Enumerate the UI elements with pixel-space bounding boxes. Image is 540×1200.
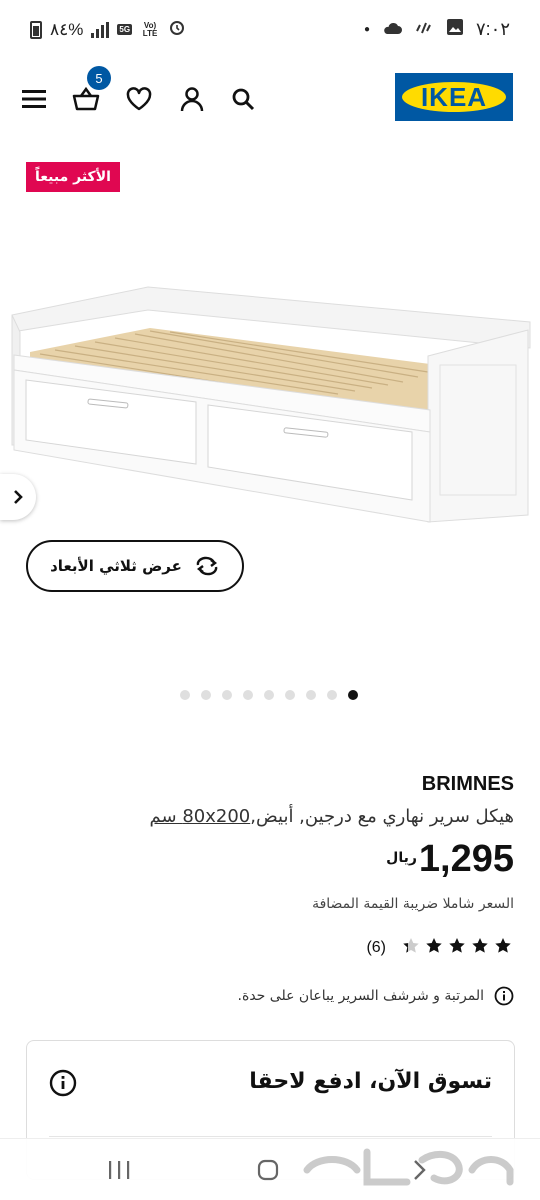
network-badge: 5G [117, 24, 133, 35]
search-icon[interactable] [226, 82, 260, 116]
recent-apps-icon[interactable] [104, 1157, 134, 1183]
carousel-dot[interactable] [180, 690, 190, 700]
cart-icon [72, 86, 100, 111]
carousel-dot[interactable] [327, 690, 337, 700]
divider [49, 1136, 492, 1137]
gallery-icon [446, 18, 464, 41]
carousel-dots [180, 690, 358, 700]
battery-icon [30, 20, 42, 39]
cart-count-badge: 5 [87, 66, 111, 90]
rating-stars [402, 936, 514, 960]
alarm-icon [168, 18, 186, 41]
app-header: 5 IKEA [0, 66, 540, 126]
description-main: هيكل سرير نهاري مع درجين, أبيض, [250, 806, 514, 827]
product-price: ريال 1,295 [386, 838, 514, 881]
vat-note: السعر شاملا ضريبة القيمة المضافة [312, 896, 514, 912]
heart-icon[interactable] [122, 82, 156, 116]
carousel-dot[interactable] [201, 690, 211, 700]
carousel-dot[interactable] [222, 690, 232, 700]
product-description: هيكل سرير نهاري مع درجين, أبيض,80x200 سم [150, 806, 514, 827]
price-amount: 1,295 [418, 838, 514, 880]
best-seller-badge: الأكثر مبيعاً [26, 162, 120, 192]
view-3d-label: عرض ثلاثي الأبعاد [50, 557, 182, 575]
product-image[interactable] [0, 270, 540, 540]
weather-icon [414, 19, 434, 40]
volte-icon: Vo) LTE [142, 20, 158, 38]
watermark-logo [292, 1140, 522, 1200]
status-bar: ٨٤% 5G Vo) LTE ● ٧:٠٢ [0, 0, 540, 60]
carousel-dot[interactable] [306, 690, 316, 700]
size-link[interactable]: 80x200 سم [150, 806, 251, 827]
info-note-text: المرتبة و شرشف السرير يباعان على حدة. [237, 988, 484, 1004]
chevron-right-icon [14, 490, 23, 504]
status-right: ● ٧:٠٢ [364, 18, 510, 41]
logo-text: IKEA [402, 82, 506, 112]
carousel-dot[interactable] [264, 690, 274, 700]
clock-time: ٧:٠٢ [475, 19, 510, 39]
cloud-icon [382, 19, 402, 40]
carousel-dot[interactable] [285, 690, 295, 700]
bnpl-info-icon[interactable] [49, 1069, 77, 1101]
product-name: BRIMNES [421, 773, 514, 795]
product-rating[interactable]: (6) [366, 936, 514, 960]
cart-button[interactable]: 5 [69, 66, 111, 116]
rotate-icon [196, 556, 218, 576]
info-note: المرتبة و شرشف السرير يباعان على حدة. [238, 986, 514, 1006]
view-3d-button[interactable]: عرض ثلاثي الأبعاد [26, 540, 244, 592]
battery-level: ٨٤% [50, 19, 84, 39]
menu-icon[interactable] [17, 82, 51, 116]
status-left: ٨٤% 5G Vo) LTE [30, 18, 186, 41]
signal-icon [91, 21, 110, 38]
price-currency: ريال [386, 850, 417, 866]
notification-dot-icon: ● [363, 24, 370, 35]
ikea-logo[interactable]: IKEA [395, 73, 513, 121]
user-icon[interactable] [175, 82, 209, 116]
rating-count: (6) [366, 939, 386, 956]
info-icon [494, 986, 514, 1006]
home-icon[interactable] [253, 1157, 283, 1183]
carousel-dot[interactable] [243, 690, 253, 700]
bnpl-title: تسوق الآن، ادفع لاحقا [249, 1069, 492, 1094]
carousel-dot-active[interactable] [348, 690, 358, 700]
